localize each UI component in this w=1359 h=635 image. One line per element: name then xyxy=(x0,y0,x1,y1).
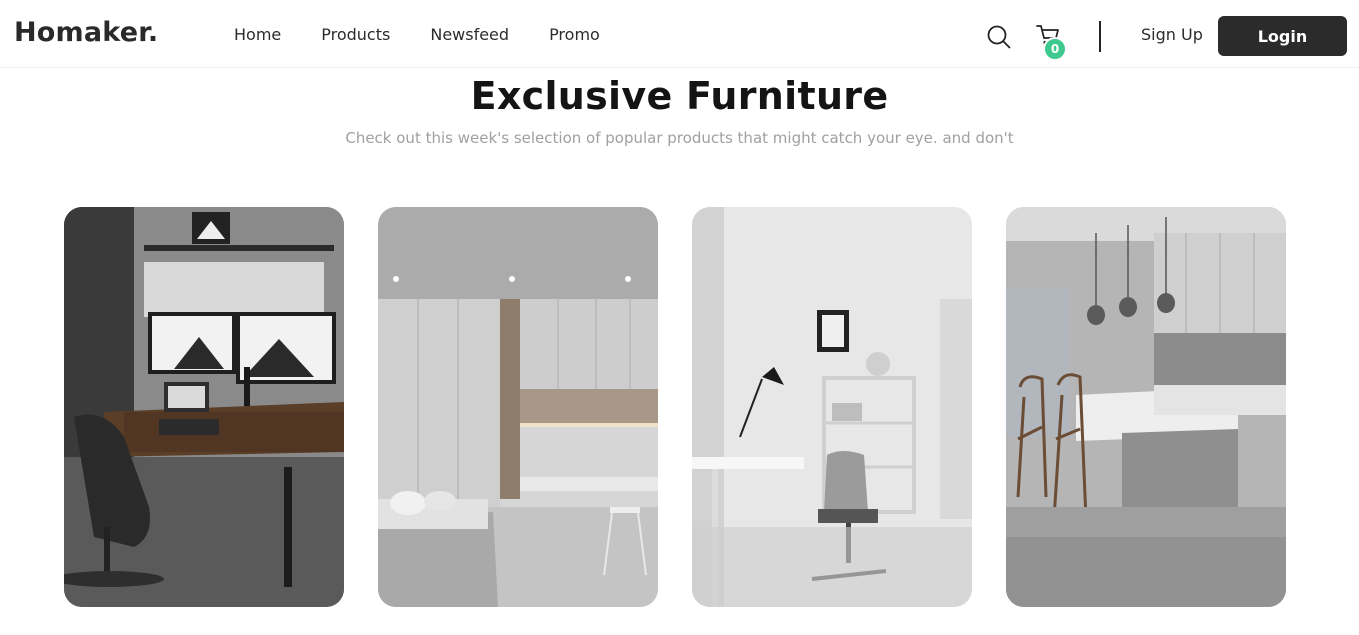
nav-link-newsfeed[interactable]: Newsfeed xyxy=(430,25,509,44)
nav-link-home[interactable]: Home xyxy=(234,25,281,44)
top-navbar: Homaker. Home Products Newsfeed Promo 0 … xyxy=(0,0,1359,68)
login-button[interactable]: Login xyxy=(1218,16,1347,56)
page-subtitle: Check out this week's selection of popul… xyxy=(345,129,1014,147)
main-menu: Home Products Newsfeed Promo xyxy=(234,25,600,44)
kitchen-island-photo xyxy=(1006,207,1286,607)
bedroom-cabinet-photo xyxy=(378,207,658,607)
workspace-desk-photo xyxy=(64,207,344,607)
nav-divider xyxy=(1099,21,1101,52)
search-icon[interactable] xyxy=(986,24,1012,50)
product-card-kitchen[interactable] xyxy=(1006,207,1286,607)
nav-link-promo[interactable]: Promo xyxy=(549,25,600,44)
cart-count-badge: 0 xyxy=(1043,37,1067,61)
office-chair-photo xyxy=(692,207,972,607)
product-card-bedroom[interactable] xyxy=(378,207,658,607)
product-card-workspace[interactable] xyxy=(64,207,344,607)
signup-link[interactable]: Sign Up xyxy=(1141,25,1203,44)
brand-logo[interactable]: Homaker. xyxy=(14,17,158,48)
page-title: Exclusive Furniture xyxy=(470,74,889,118)
product-card-office[interactable] xyxy=(692,207,972,607)
nav-link-products[interactable]: Products xyxy=(321,25,390,44)
